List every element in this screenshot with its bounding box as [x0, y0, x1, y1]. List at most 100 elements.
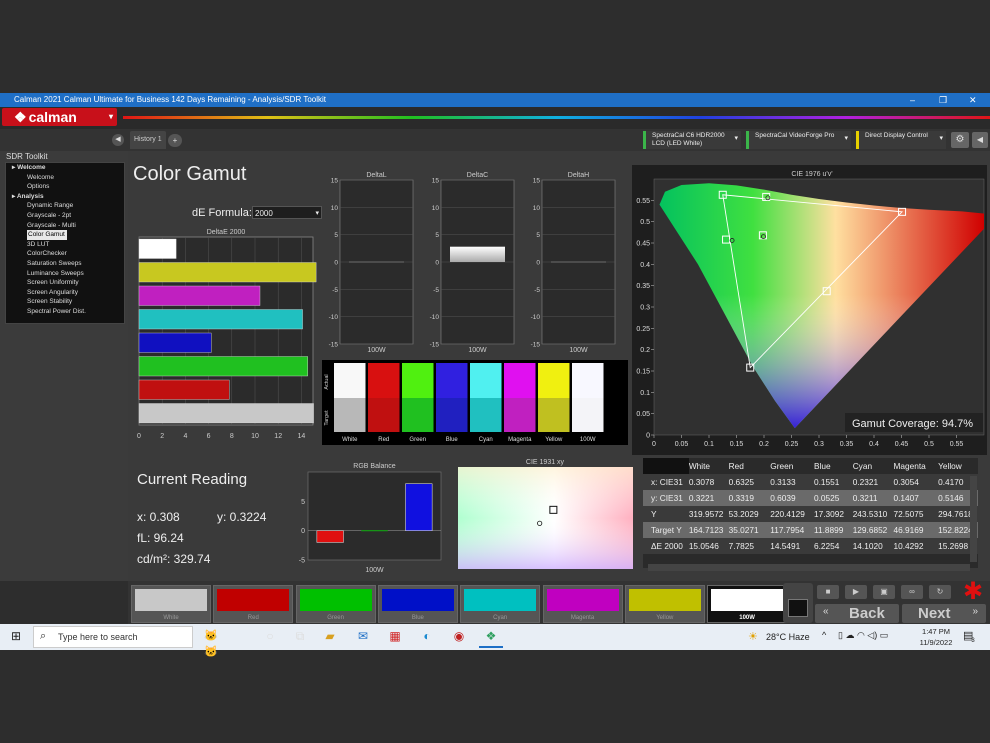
- table-cell: ΔE 2000: [651, 541, 683, 551]
- swatch-label-red: Red: [378, 437, 389, 443]
- x-tick-label: 100W: [468, 347, 487, 354]
- close-button[interactable]: ✕: [969, 93, 977, 107]
- tree-item-screen-angularity[interactable]: Screen Angularity: [6, 288, 124, 298]
- tree-item-3d-lut[interactable]: 3D LUT: [6, 240, 124, 250]
- table-row[interactable]: y: CIE31 0.3221 0.3319 0.6039 0.0525 0.3211 0.…: [643, 490, 978, 506]
- edge-browser-icon[interactable]: ◐: [419, 628, 435, 644]
- patch-button-blue[interactable]: Blue: [377, 585, 458, 623]
- patch-button-100w[interactable]: 100W: [707, 585, 788, 623]
- y-tick-label: -10: [430, 314, 440, 321]
- next-button[interactable]: Next »: [902, 604, 986, 623]
- patch-color: [299, 589, 372, 611]
- tray-icons[interactable]: ▯ ☁ ◠ ◁) ▭: [838, 630, 888, 641]
- swatch-actual-cyan: [470, 363, 502, 398]
- back-button[interactable]: « Back: [815, 604, 899, 623]
- table-row[interactable]: x: CIE31 0.3078 0.6325 0.3133 0.1551 0.2321 0.…: [643, 474, 978, 490]
- x-tick-label: 0.1: [704, 441, 714, 448]
- menu-dropdown-icon[interactable]: ▾: [109, 108, 113, 126]
- x-tick-label: 0.2: [759, 441, 769, 448]
- patch-button-cyan[interactable]: Cyan: [460, 585, 541, 623]
- collapse-right-icon[interactable]: ◀: [972, 132, 988, 148]
- tab-history-1[interactable]: History 1: [130, 131, 166, 149]
- device-pattern-generator[interactable]: SpectraCal VideoForge Pro ▾: [746, 131, 851, 149]
- y-tick-label: -5: [299, 558, 305, 565]
- patch-button-green[interactable]: Green: [295, 585, 376, 623]
- table-row[interactable]: Y 319.9572 53.2029 220.4129 17.3092 243.5310 7…: [643, 506, 978, 522]
- y-tick-label: 0.55: [636, 198, 650, 205]
- add-tab-button[interactable]: +: [168, 134, 182, 147]
- play-icon[interactable]: ▶: [845, 585, 867, 599]
- task-view-icon[interactable]: ⧉: [292, 628, 308, 644]
- file-explorer-icon[interactable]: ▰: [322, 628, 338, 644]
- tree-item-color-gamut[interactable]: Color Gamut: [27, 230, 67, 240]
- calman-taskbar-icon[interactable]: ❖: [483, 628, 499, 644]
- tree-item-options[interactable]: Options: [6, 182, 124, 192]
- table-cell: 0.3319: [728, 493, 755, 503]
- device-display-control[interactable]: Direct Display Control ▾: [856, 131, 946, 149]
- pattern-toggle-button[interactable]: [783, 583, 813, 623]
- reading-fl: fL: 96.24: [137, 531, 184, 545]
- swatch-label-blue: Blue: [446, 437, 459, 443]
- y-tick-label: 10: [533, 205, 541, 212]
- tree-item-saturation-sweeps[interactable]: Saturation Sweeps: [6, 259, 124, 269]
- gift-app-icon[interactable]: ▦: [387, 628, 403, 644]
- swatch-target-red: [368, 398, 400, 432]
- search-icon: ⌕: [40, 630, 47, 642]
- tree-item-grayscale-2pt[interactable]: Grayscale - 2pt: [6, 211, 124, 221]
- recorder-app-icon[interactable]: ◉: [451, 628, 467, 644]
- swatch-label-green: Green: [409, 437, 426, 443]
- patch-button-magenta[interactable]: Magenta: [542, 585, 623, 623]
- save-icon[interactable]: ▣: [873, 585, 895, 599]
- asterisk-icon: ✱: [963, 578, 984, 605]
- tray-chevron-up-icon[interactable]: ^: [822, 630, 826, 640]
- swatch-label-cyan: Cyan: [479, 437, 493, 443]
- patch-button-red[interactable]: Red: [213, 585, 294, 623]
- table-header-row: White Red Green Blue Cyan Magenta Yellow: [643, 458, 978, 474]
- table-row[interactable]: ΔE 2000 15.0546 7.7825 14.5491 6.2254 14.1020…: [643, 538, 978, 554]
- x-tick-label: 8: [230, 433, 234, 440]
- maximize-button[interactable]: ❐: [939, 93, 947, 107]
- tree-item-dynamic-range[interactable]: Dynamic Range: [6, 201, 124, 211]
- de-formula-select[interactable]: 2000 ▾: [252, 206, 322, 219]
- de-formula-value: 2000: [255, 209, 273, 218]
- table-horizontal-scrollbar[interactable]: [648, 564, 970, 571]
- notifications-icon[interactable]: ▤3: [963, 629, 977, 644]
- tree-item-grayscale-multi[interactable]: Grayscale - Multi: [6, 221, 124, 231]
- tree-item-analysis[interactable]: ▸ Analysis: [6, 192, 124, 202]
- deltah-chart: DeltaH 15 10 5 0 -5 -10 -15 100W: [531, 172, 616, 354]
- table-cell: 0.3054: [893, 477, 919, 487]
- stop-icon[interactable]: ■: [817, 585, 839, 599]
- deltal-chart: DeltaL 15 10 5 0 -5 -10 -15 100W: [329, 172, 414, 354]
- refresh-icon[interactable]: ↻: [929, 585, 951, 599]
- patch-button-white[interactable]: White: [131, 585, 211, 623]
- tree-item-colorchecker[interactable]: ColorChecker: [6, 249, 124, 259]
- tree-item-welcome[interactable]: Welcome: [6, 173, 124, 183]
- loop-icon[interactable]: ∞: [901, 585, 923, 599]
- weather-text[interactable]: 28°C Haze: [766, 632, 810, 642]
- patch-button-yellow[interactable]: Yellow: [624, 585, 705, 623]
- taskbar-search-box[interactable]: ⌕ Type here to search: [33, 626, 193, 648]
- table-scrollbar[interactable]: [970, 476, 977, 562]
- y-tick-label: 0.2: [640, 347, 650, 354]
- windows-start-icon[interactable]: ⊞: [8, 628, 24, 644]
- reading-y: y: 0.3224: [217, 510, 267, 524]
- tree-item-screen-stability[interactable]: Screen Stability: [6, 297, 124, 307]
- tree-item-screen-uniformity[interactable]: Screen Uniformity: [6, 278, 124, 288]
- mail-icon[interactable]: ✉: [355, 628, 371, 644]
- tree-item-luminance-sweeps[interactable]: Luminance Sweeps: [6, 269, 124, 279]
- device-meter[interactable]: SpectraCal C6 HDR2000 LCD (LED White) ▾: [643, 131, 741, 149]
- gear-icon[interactable]: ⚙: [951, 132, 969, 148]
- table-cell: 6.2254: [813, 541, 840, 551]
- table-row[interactable]: Target Y 164.7123 35.0271 117.7954 11.8899 12…: [643, 522, 978, 538]
- calman-logo[interactable]: ❖ calman ▾: [2, 108, 117, 126]
- minimize-button[interactable]: –: [910, 93, 915, 107]
- tree-item-spectral-power-dist-[interactable]: Spectral Power Dist.: [6, 307, 124, 317]
- collapse-left-icon[interactable]: ◀: [112, 134, 124, 146]
- x-tick-label: 2: [160, 433, 164, 440]
- table-cell: 14.1020: [852, 541, 883, 551]
- tree-item-welcome[interactable]: ▸ Welcome: [6, 163, 124, 173]
- swatch-target-blue: [436, 398, 468, 432]
- cortana-icon[interactable]: ○: [262, 628, 278, 644]
- taskbar-clock[interactable]: 1:47 PM 11/9/2022: [916, 627, 956, 647]
- table-cell: 0.3211: [852, 493, 878, 503]
